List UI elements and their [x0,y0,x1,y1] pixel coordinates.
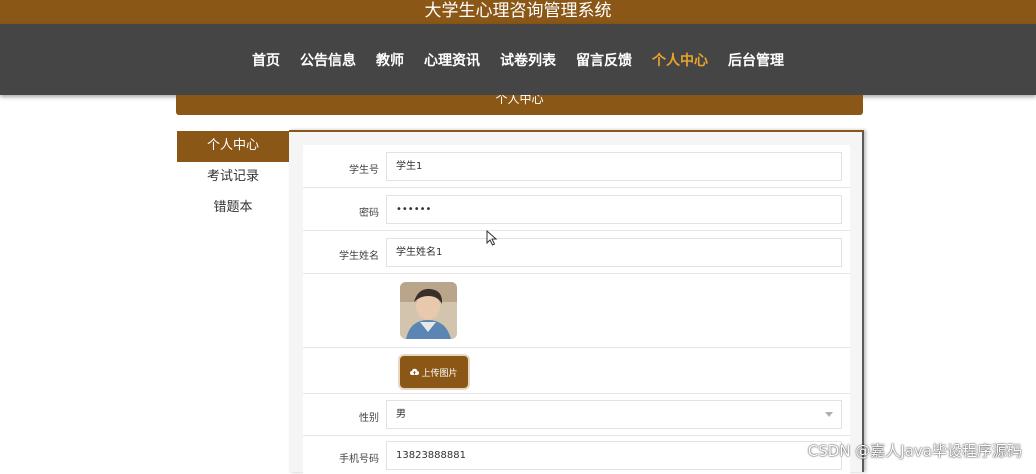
sidebar: 个人中心 考试记录 错题本 [177,131,289,472]
form-row-upload [303,348,850,394]
nav-item-feedback[interactable]: 留言反馈 [566,50,642,70]
form-row-phone: 手机号码 13823888881 [303,436,850,474]
phone-input[interactable]: 13823888881 [386,441,842,470]
student-id-input[interactable]: 学生1 [386,152,842,181]
profile-form-panel: 学生号 学生1 密码 •••••• 学生姓名 学生姓名1 上传图片 性别 男 手… [289,130,864,474]
student-name-input[interactable]: 学生姓名1 [386,238,842,267]
nav-item-exam-list[interactable]: 试卷列表 [490,50,566,70]
nav-item-teachers[interactable]: 教师 [366,50,414,70]
section-title: 个人中心 [495,95,544,106]
student-name-label: 学生姓名 [339,251,379,262]
gender-select[interactable]: 男 [386,400,842,429]
password-input[interactable]: •••••• [386,195,842,224]
gender-label: 性别 [359,413,379,424]
watermark: CSDN @嘉人Java毕设程序源码 [807,442,1022,460]
password-label: 密码 [359,208,379,219]
form-row-avatar [303,274,850,348]
form-row-student-id: 学生号 学生1 [303,145,850,188]
upload-image-label: 上传图片 [421,368,458,379]
profile-form: 学生号 学生1 密码 •••••• 学生姓名 学生姓名1 上传图片 性别 男 手… [303,145,850,474]
sidebar-item-personal-center[interactable]: 个人中心 [177,131,289,162]
form-row-gender: 性别 男 [303,394,850,436]
nav-item-announcements[interactable]: 公告信息 [290,50,366,70]
upload-image-button[interactable]: 上传图片 [400,356,468,388]
sidebar-item-wrong-answers[interactable]: 错题本 [177,193,289,224]
nav-item-home[interactable]: 首页 [242,50,290,70]
nav-item-admin[interactable]: 后台管理 [718,50,794,70]
chevron-down-icon [825,412,833,417]
main-navbar: 首页 公告信息 教师 心理资讯 试卷列表 留言反馈 个人中心 后台管理 [0,24,1036,95]
app-title-bar: 大学生心理咨询管理系统 [0,0,1036,24]
app-title: 大学生心理咨询管理系统 [424,1,612,21]
nav-item-personal-center[interactable]: 个人中心 [642,50,718,70]
mouse-pointer-icon [486,230,498,246]
student-id-label: 学生号 [349,165,379,176]
form-row-password: 密码 •••••• [303,188,850,231]
cloud-upload-icon [410,368,420,375]
avatar [400,282,457,339]
gender-value: 男 [396,409,406,420]
nav-item-psych-news[interactable]: 心理资讯 [414,50,490,70]
section-title-bar: 个人中心 [176,95,863,115]
phone-label: 手机号码 [339,454,379,465]
form-row-student-name: 学生姓名 学生姓名1 [303,231,850,274]
sidebar-item-exam-records[interactable]: 考试记录 [177,162,289,193]
